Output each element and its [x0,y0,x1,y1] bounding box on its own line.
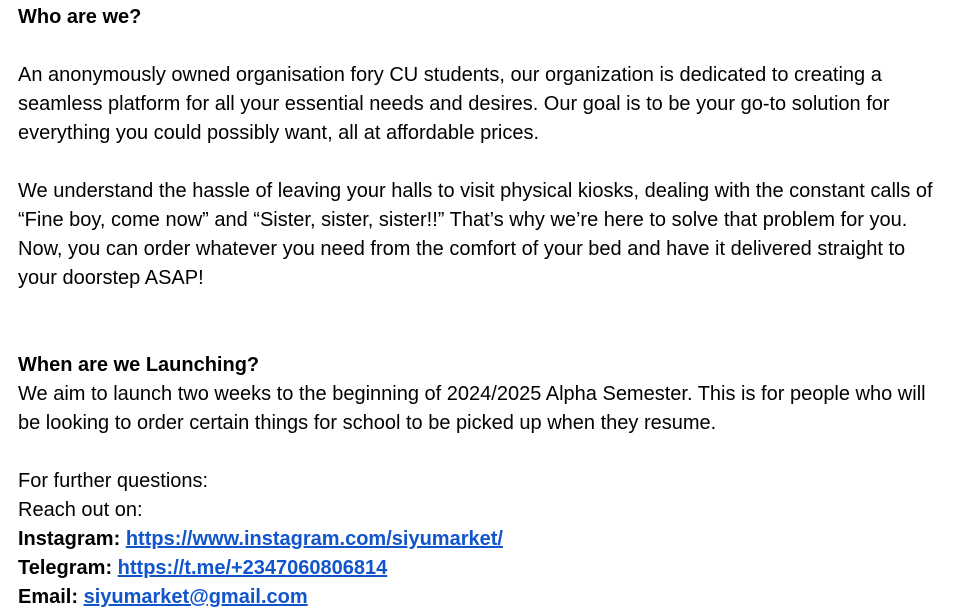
launch-heading: When are we Launching? [18,354,260,376]
instagram-line: Instagram: https://www.instagram.com/siy… [18,525,938,554]
telegram-link[interactable]: https://t.me/+2347060806814 [118,557,388,579]
about-paragraph-1: An anonymously owned organisation fory C… [18,64,890,144]
about-paragraph-2: We understand the hassle of leaving your… [18,180,933,289]
document-page: Who are we? An anonymously owned organis… [0,0,938,612]
contact-intro-1: For further questions: [18,470,209,492]
email-link[interactable]: siyumarket@gmail.com [84,586,308,608]
email-line: Email: siyumarket@gmail.com [18,583,938,612]
launch-paragraph: We aim to launch two weeks to the beginn… [18,383,926,434]
contact-intro-2: Reach out on: [18,499,143,521]
instagram-label: Instagram: [18,528,121,550]
email-label: Email: [18,586,79,608]
instagram-link[interactable]: https://www.instagram.com/siyumarket/ [126,528,503,550]
who-are-we-heading: Who are we? [18,6,142,28]
telegram-line: Telegram: https://t.me/+2347060806814 [18,554,938,583]
telegram-label: Telegram: [18,557,113,579]
